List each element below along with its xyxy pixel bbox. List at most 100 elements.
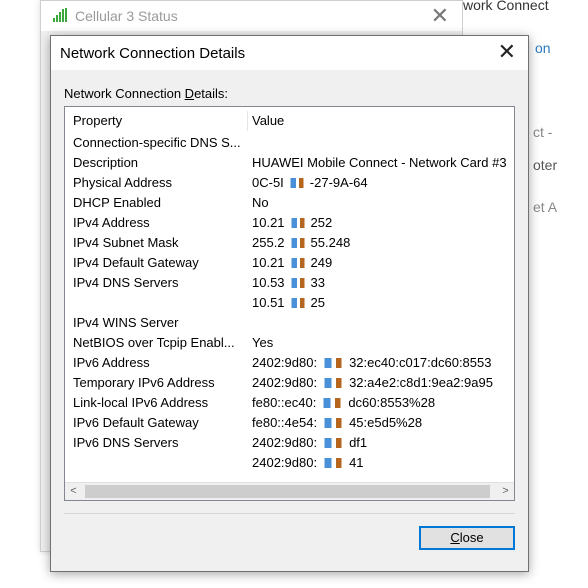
property-cell: IPv4 Default Gateway <box>73 255 199 270</box>
value-text: 10.51 <box>252 295 285 310</box>
list-item[interactable]: Link-local IPv6 Address fe80::ec40: dc60:8… <box>65 393 514 413</box>
scroll-left-icon[interactable]: < <box>65 483 82 500</box>
value-text: 32:a4e2:c8d1:9ea2:9a95 <box>349 375 493 390</box>
value-text: 55.248 <box>310 235 351 250</box>
value-text: 2402:9d80: <box>252 435 318 450</box>
value-cell: 255.2 55.248 <box>252 235 350 250</box>
list-item[interactable]: IPv4 Subnet Mask 255.2 55.248 <box>65 233 514 253</box>
column-header-property[interactable]: Property <box>73 113 122 128</box>
dialog-title: Network Connection Details <box>60 45 246 62</box>
dialog-titlebar: Network Connection Details ✕ <box>51 36 528 70</box>
value-cell: 2402:9d80: 32:ec40:c017:dc60:8553 <box>252 355 491 370</box>
list-item[interactable]: IPv6 Default Gateway fe80::4e54: 45:e5d5%2… <box>65 413 514 433</box>
value-cell: Yes <box>252 335 273 350</box>
value-cell: 2402:9d80: 32:a4e2:c8d1:9ea2:9a95 <box>252 375 493 390</box>
column-header-value[interactable]: Value <box>252 113 284 128</box>
close-button-mnemonic: C <box>450 530 460 545</box>
network-connections-text: ct - <box>533 124 553 140</box>
value-text: -27-9A-64 <box>309 175 368 190</box>
details-list[interactable]: Property Value Connection-specific DNS S… <box>64 106 515 501</box>
value-text: fe80::ec40: <box>252 395 317 410</box>
value-cell: 10.21 249 <box>252 255 332 270</box>
value-text: 41 <box>349 455 364 470</box>
value-text: 45:e5d5%28 <box>349 415 423 430</box>
property-cell: Connection-specific DNS S... <box>73 135 241 150</box>
redaction-block <box>286 278 309 288</box>
property-cell: IPv4 DNS Servers <box>73 275 179 290</box>
redaction-block <box>319 458 348 468</box>
value-text: 0C-5I <box>252 175 284 190</box>
list-item[interactable]: IPv4 DNS Servers 10.53 33 <box>65 273 514 293</box>
value-text: 2402:9d80: <box>252 375 318 390</box>
value-text: 255.2 <box>252 235 285 250</box>
network-connections-tab[interactable]: on <box>535 40 551 56</box>
list-item[interactable]: Connection-specific DNS S... <box>65 133 514 153</box>
value-cell: 0C-5I -27-9A-64 <box>252 175 368 190</box>
property-cell: IPv6 Default Gateway <box>73 415 199 430</box>
list-item[interactable]: IPv6 Address 2402:9d80: 32:ec40:c017:dc60:… <box>65 353 514 373</box>
list-item[interactable]: 10.51 25 <box>65 293 514 313</box>
network-connections-title: work Connect <box>463 0 549 13</box>
value-text: 10.21 <box>252 215 285 230</box>
network-connections-text: et A <box>533 199 558 215</box>
network-connection-details-dialog: Network Connection Details ✕ Network Con… <box>50 35 529 572</box>
property-cell: NetBIOS over Tcpip Enabl... <box>73 335 235 350</box>
value-text: 32:ec40:c017:dc60:8553 <box>349 355 492 370</box>
list-item[interactable]: Physical Address 0C-5I -27-9A-64 <box>65 173 514 193</box>
redaction-block <box>286 218 309 228</box>
close-button[interactable]: Close <box>419 526 515 550</box>
cellular-status-title: Cellular 3 Status <box>75 8 178 24</box>
value-text: No <box>252 195 269 210</box>
value-text: dc60:8553%28 <box>348 395 436 410</box>
value-cell: fe80::4e54: 45:e5d5%28 <box>252 415 422 430</box>
value-cell: HUAWEI Mobile Connect - Network Card #3 <box>252 155 507 170</box>
redaction-block <box>319 438 348 448</box>
property-cell: Description <box>73 155 139 170</box>
list-item[interactable]: DHCP Enabled No <box>65 193 514 213</box>
list-item[interactable]: 2402:9d80: 41 <box>65 453 514 473</box>
value-cell: 2402:9d80: 41 <box>252 455 364 470</box>
close-button-label: lose <box>459 530 484 545</box>
property-cell: Temporary IPv6 Address <box>73 375 215 390</box>
close-icon[interactable]: ✕ <box>498 39 516 65</box>
redaction-block <box>319 378 348 388</box>
property-cell: Link-local IPv6 Address <box>73 395 209 410</box>
divider <box>64 513 515 514</box>
property-cell: IPv6 DNS Servers <box>73 435 179 450</box>
property-cell: DHCP Enabled <box>73 195 161 210</box>
value-cell: fe80::ec40: dc60:8553%28 <box>252 395 435 410</box>
redaction-block <box>286 238 309 248</box>
value-text: 25 <box>310 295 326 310</box>
value-text: 10.21 <box>252 255 285 270</box>
list-item[interactable]: IPv4 Default Gateway 10.21 249 <box>65 253 514 273</box>
list-item[interactable]: Temporary IPv6 Address 2402:9d80: 32:a4e2:… <box>65 373 514 393</box>
redaction-block <box>319 418 348 428</box>
value-cell: No <box>252 195 269 210</box>
redaction-block <box>286 298 309 308</box>
value-text: 252 <box>310 215 333 230</box>
value-cell: 2402:9d80: df1 <box>252 435 367 450</box>
value-text: 2402:9d80: <box>252 355 318 370</box>
scrollbar-thumb[interactable] <box>85 485 490 498</box>
value-text: 2402:9d80: <box>252 455 318 470</box>
list-item[interactable]: IPv4 Address 10.21 252 <box>65 213 514 233</box>
list-rows: Connection-specific DNS S... Description H… <box>65 133 514 473</box>
cellular-status-titlebar: Cellular 3 Status ✕ <box>41 1 463 31</box>
value-cell: 10.53 33 <box>252 275 325 290</box>
property-cell: IPv4 Subnet Mask <box>73 235 179 250</box>
details-caption: Network Connection Details: <box>64 86 228 101</box>
column-separator[interactable] <box>247 111 248 131</box>
list-item[interactable]: NetBIOS over Tcpip Enabl... Yes <box>65 333 514 353</box>
value-cell: 10.51 25 <box>252 295 325 310</box>
list-item[interactable]: IPv4 WINS Server <box>65 313 514 333</box>
scroll-right-icon[interactable]: > <box>497 483 514 500</box>
horizontal-scrollbar[interactable]: < > <box>65 482 514 500</box>
signal-bars-icon <box>53 8 69 22</box>
caption-pre: Network Connection <box>64 86 185 101</box>
list-item[interactable]: IPv6 DNS Servers 2402:9d80: df1 <box>65 433 514 453</box>
list-item[interactable]: Description HUAWEI Mobile Connect - Netwo… <box>65 153 514 173</box>
property-cell: Physical Address <box>73 175 172 190</box>
value-text: HUAWEI Mobile Connect - Network Card #3 <box>252 155 507 170</box>
redaction-block <box>286 258 309 268</box>
close-icon[interactable]: ✕ <box>431 3 449 29</box>
